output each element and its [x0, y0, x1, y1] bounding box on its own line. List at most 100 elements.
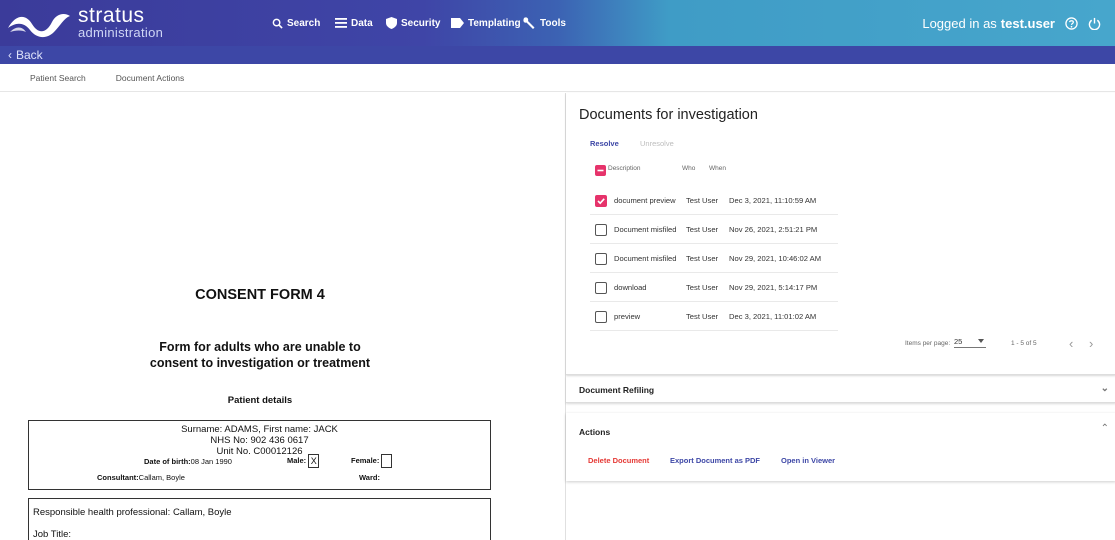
row-checkbox[interactable]	[595, 253, 607, 265]
job-title: Job Title:	[33, 529, 72, 540]
user-info: Logged in as test.user	[922, 0, 1101, 46]
select-all-checkbox[interactable]	[595, 165, 606, 176]
row-description: document preview	[614, 196, 676, 205]
document-preview: CONSENT FORM 4 Form for adults who are u…	[0, 93, 565, 540]
pagination-range: 1 - 5 of 5	[1011, 340, 1037, 347]
nav-security-label: Security	[401, 17, 441, 29]
items-per-page-select[interactable]: 25	[954, 337, 986, 348]
patient-nhs-no: NHS No: 902 436 0617	[210, 435, 309, 446]
open-in-viewer-button[interactable]: Open in Viewer	[781, 456, 835, 465]
breadcrumb: Patient Search Document Actions	[0, 64, 1115, 92]
row-description: preview	[614, 312, 641, 321]
female-checkbox	[381, 454, 393, 468]
table-row[interactable]: Document misfiled Test User Nov 26, 2021…	[590, 215, 838, 244]
nav-data[interactable]: Data	[335, 0, 373, 46]
row-when: Nov 29, 2021, 5:14:17 PM	[729, 283, 818, 292]
documents-for-investigation-card: Documents for investigation Resolve Unre…	[566, 93, 1115, 375]
back-button[interactable]: ‹ Back	[8, 48, 43, 62]
table-row[interactable]: Document misfiled Test User Nov 29, 2021…	[590, 244, 838, 273]
row-description: Document misfiled	[614, 225, 677, 234]
dob-label: Date of birth:	[144, 457, 191, 466]
female-field: Female:	[351, 454, 393, 468]
previous-page-icon[interactable]: ‹	[1069, 336, 1073, 351]
row-description: download	[614, 283, 647, 292]
crumb-document-actions[interactable]: Document Actions	[116, 73, 185, 83]
row-who: Test User	[686, 196, 719, 205]
top-navigation-bar: stratus administration Search Data Secur…	[0, 0, 1115, 46]
brand: stratus administration	[78, 4, 164, 40]
consultant-field: Consultant:Callam, Boyle	[97, 473, 185, 482]
chevron-left-icon: ‹	[8, 48, 12, 62]
responsible-professional-box: Responsible health professional: Callam,…	[28, 498, 491, 540]
female-label: Female:	[351, 455, 380, 465]
username: test.user	[1000, 15, 1055, 31]
items-per-page-label: Items per page:	[905, 340, 951, 347]
column-when[interactable]: When	[709, 165, 726, 172]
male-field: Male: X	[287, 454, 320, 468]
row-when: Nov 29, 2021, 10:46:02 AM	[729, 254, 822, 263]
row-who: Test User	[686, 283, 719, 292]
back-label: Back	[16, 48, 43, 62]
export-pdf-button[interactable]: Export Document as PDF	[670, 456, 760, 465]
chevron-up-icon[interactable]: ⌃	[1101, 423, 1109, 434]
row-checkbox[interactable]	[595, 224, 607, 236]
row-who: Test User	[686, 254, 719, 263]
document-refiling-title: Document Refiling	[579, 385, 655, 395]
document-refiling-panel[interactable]: Document Refiling ⌄	[566, 376, 1115, 403]
row-when: Dec 3, 2021, 11:10:59 AM	[729, 196, 817, 205]
actions-panel: Actions ⌃ Delete Document Export Documen…	[566, 413, 1115, 481]
document-subtitle-line2: consent to investigation or treatment	[149, 356, 371, 370]
actions-title: Actions	[579, 427, 611, 437]
nav-templating[interactable]: Templating	[451, 0, 521, 46]
stratus-logo-icon	[8, 14, 70, 38]
nav-tools[interactable]: Tools	[523, 0, 566, 46]
consultant-value: Callam, Boyle	[138, 473, 185, 482]
logged-in-prefix: Logged in as	[922, 15, 997, 31]
power-icon[interactable]	[1088, 17, 1101, 30]
ward-label: Ward:	[359, 473, 380, 482]
crumb-patient-search[interactable]: Patient Search	[30, 73, 86, 83]
row-checkbox[interactable]	[595, 311, 607, 323]
row-who: Test User	[686, 225, 719, 234]
shield-icon	[386, 17, 397, 29]
ward-field: Ward:	[359, 473, 380, 482]
back-bar: ‹ Back	[0, 46, 1115, 64]
nav-search-label: Search	[287, 17, 321, 29]
tab-resolve[interactable]: Resolve	[590, 139, 619, 148]
tag-icon	[451, 18, 464, 28]
nav-data-label: Data	[351, 17, 373, 29]
help-icon[interactable]	[1065, 16, 1078, 30]
items-per-page-value: 25	[954, 337, 963, 346]
dropdown-arrow-icon	[978, 339, 984, 343]
next-page-icon[interactable]: ›	[1089, 336, 1093, 351]
document-subtitle-line1: Form for adults who are unable to	[159, 340, 361, 354]
row-checkbox[interactable]	[595, 195, 607, 207]
right-panel: Documents for investigation Resolve Unre…	[565, 93, 1115, 540]
nav-search[interactable]: Search	[272, 0, 320, 46]
patient-details-box: Surname: ADAMS, First name: JACK NHS No:…	[28, 420, 491, 490]
list-icon	[335, 18, 347, 28]
row-when: Dec 3, 2021, 11:01:02 AM	[729, 312, 817, 321]
delete-document-button[interactable]: Delete Document	[588, 456, 649, 465]
column-description[interactable]: Description	[608, 165, 641, 172]
brand-name: stratus	[78, 4, 145, 27]
patient-name: Surname: ADAMS, First name: JACK	[181, 424, 338, 435]
row-description: Document misfiled	[614, 254, 677, 263]
row-checkbox[interactable]	[595, 282, 607, 294]
patient-details-heading: Patient details	[227, 395, 293, 406]
column-who[interactable]: Who	[682, 165, 695, 172]
chevron-down-icon: ⌄	[1100, 383, 1109, 394]
dob-field: Date of birth:08 Jan 1990	[144, 457, 232, 466]
nav-tools-label: Tools	[540, 17, 566, 29]
brand-subtitle: administration	[78, 25, 164, 40]
nav-security[interactable]: Security	[386, 0, 440, 46]
table-row[interactable]: download Test User Nov 29, 2021, 5:14:17…	[590, 273, 838, 302]
tab-unresolve[interactable]: Unresolve	[640, 139, 674, 148]
row-who: Test User	[686, 312, 719, 321]
table-row[interactable]: preview Test User Dec 3, 2021, 11:01:02 …	[590, 302, 838, 331]
search-icon	[272, 18, 283, 29]
dob-value: 08 Jan 1990	[190, 457, 232, 466]
row-when: Nov 26, 2021, 2:51:21 PM	[729, 225, 818, 234]
male-checkbox: X	[308, 454, 320, 468]
table-row[interactable]: document preview Test User Dec 3, 2021, …	[590, 186, 838, 215]
